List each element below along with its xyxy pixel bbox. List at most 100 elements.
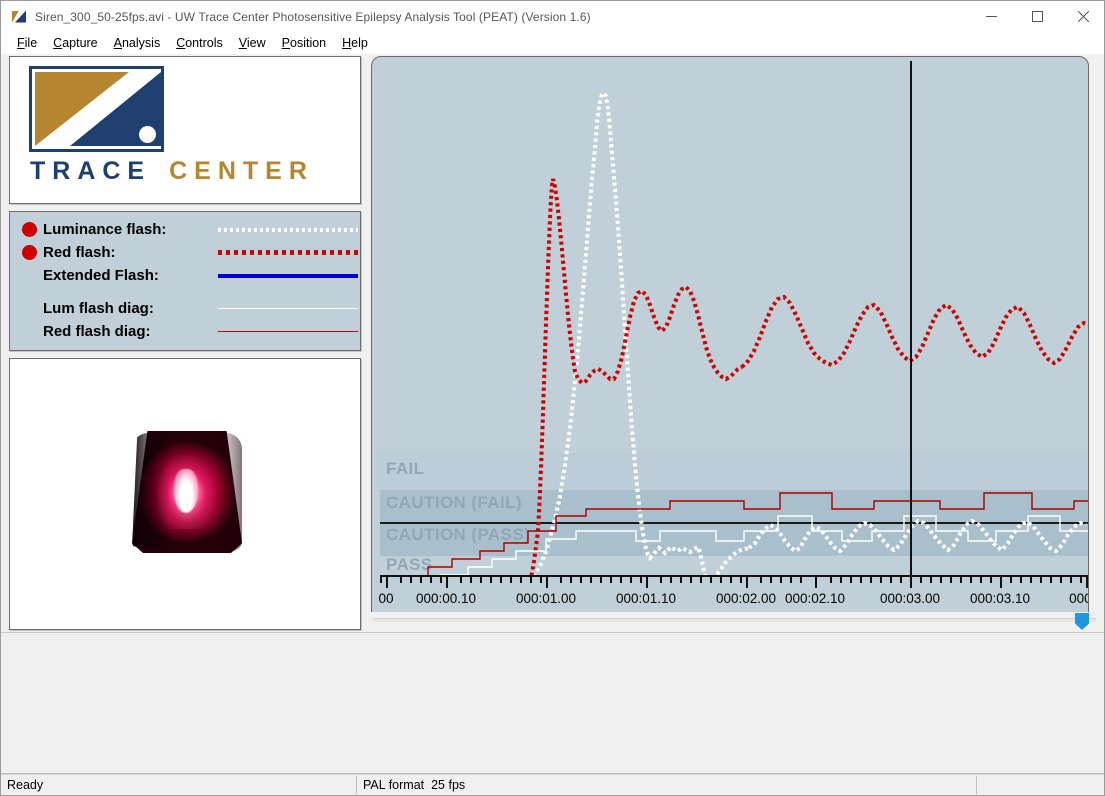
status-divider (356, 776, 357, 794)
menu-analysis[interactable]: Analysis (106, 34, 169, 52)
axis-tick-minor (570, 577, 572, 583)
maximize-icon[interactable] (1014, 1, 1060, 32)
axis-tick-major (746, 577, 748, 588)
axis-tick-minor (840, 577, 842, 583)
axis-tick-minor (610, 577, 612, 583)
graph-horizontal-scrollbar[interactable] (371, 612, 1098, 630)
menu-capture[interactable]: Capture (45, 34, 105, 52)
axis-tick-label: 000:02.10 (785, 591, 845, 606)
series-luminance-flash-ext- (749, 521, 1086, 551)
status-bar: Ready PAL format 25 fps (1, 773, 1105, 795)
axis-tick-minor (920, 577, 922, 583)
axis-tick-minor (940, 577, 942, 583)
legend-swatch-red-flash-diag (218, 325, 358, 339)
axis-tick-minor (640, 577, 642, 583)
axis-tick-major (815, 577, 817, 588)
legend-row-lum-flash-diag: Lum flash diag: (10, 297, 360, 320)
menu-view[interactable]: View (231, 34, 274, 52)
video-preview-panel[interactable] (9, 358, 361, 630)
axis-tick-minor (790, 577, 792, 583)
axis-tick-minor (510, 577, 512, 583)
main-content: TRACECENTER Luminance flash: Red flash: … (1, 54, 1105, 632)
axis-tick-minor (600, 577, 602, 583)
peat-application-window: Siren_300_50-25fps.avi - UW Trace Center… (0, 0, 1105, 796)
axis-tick-minor (950, 577, 952, 583)
axis-tick-minor (690, 577, 692, 583)
axis-tick-minor (860, 577, 862, 583)
axis-tick-minor (1010, 577, 1012, 583)
axis-tick-minor (580, 577, 582, 583)
axis-tick-label: 000:03.00 (880, 591, 940, 606)
axis-tick-minor (1050, 577, 1052, 583)
transport-bar: 000:03.01 (1, 632, 1105, 773)
axis-tick-minor (850, 577, 852, 583)
axis-tick-minor (520, 577, 522, 583)
axis-tick-minor (990, 577, 992, 583)
menu-file[interactable]: FFileile (9, 34, 45, 52)
series-red-flash-diag (428, 493, 1089, 575)
menu-position[interactable]: Position (274, 34, 334, 52)
logo-word-trace: TRACE (30, 157, 151, 185)
analysis-graph-panel[interactable]: FAIL CAUTION (FAIL) CAUTION (PASS) PASS … (371, 56, 1089, 626)
axis-tick-major (1086, 577, 1088, 588)
plot-area[interactable]: FAIL CAUTION (FAIL) CAUTION (PASS) PASS (380, 61, 1089, 575)
legend-swatch-red-flash (218, 246, 358, 260)
legend-label-extended-flash: Extended Flash: (43, 267, 218, 284)
axis-tick-minor (900, 577, 902, 583)
axis-tick-minor (420, 577, 422, 583)
legend-label-red-flash: Red flash: (43, 244, 218, 261)
axis-rule (380, 575, 1089, 577)
left-column: TRACECENTER Luminance flash: Red flash: … (9, 56, 361, 630)
axis-tick-minor (1030, 577, 1032, 583)
axis-tick-label: 000:0 (1069, 591, 1089, 606)
axis-tick-minor (410, 577, 412, 583)
axis-tick-minor (470, 577, 472, 583)
axis-tick-minor (620, 577, 622, 583)
axis-tick-minor (960, 577, 962, 583)
status-format: PAL format (363, 778, 424, 792)
axis-tick-minor (670, 577, 672, 583)
axis-tick-minor (380, 577, 382, 583)
red-diag-spacer-icon (22, 324, 37, 339)
scrollbar-track[interactable] (373, 618, 1096, 622)
axis-tick-minor (800, 577, 802, 583)
axis-tick-minor (1060, 577, 1062, 583)
legend-row-red-flash-diag: Red flash diag: (10, 320, 360, 343)
luminance-flash-indicator-icon (22, 222, 37, 237)
axis-tick-minor (680, 577, 682, 583)
series-luminance-flash (530, 93, 749, 575)
axis-tick-minor (480, 577, 482, 583)
axis-tick-minor (700, 577, 702, 583)
playhead-cursor-line[interactable] (910, 61, 912, 575)
axis-tick-major (910, 577, 912, 588)
window-title: Siren_300_50-25fps.avi - UW Trace Center… (35, 10, 591, 24)
legend-panel: Luminance flash: Red flash: Extended Fla… (9, 211, 361, 351)
scrollbar-thumb[interactable] (1075, 613, 1089, 630)
menu-help[interactable]: Help (334, 34, 376, 52)
axis-tick-minor (710, 577, 712, 583)
axis-tick-minor (560, 577, 562, 583)
axis-tick-minor (530, 577, 532, 583)
legend-row-luminance-flash: Luminance flash: (10, 218, 360, 241)
legend-row-red-flash: Red flash: (10, 241, 360, 264)
axis-tick-minor (590, 577, 592, 583)
status-fps: 25 fps (431, 778, 465, 792)
extended-flash-spacer-icon (22, 268, 37, 283)
axis-tick-minor (1070, 577, 1072, 583)
legend-spacer (10, 287, 360, 297)
axis-tick-major (1000, 577, 1002, 588)
analysis-graph-area: FAIL CAUTION (FAIL) CAUTION (PASS) PASS … (371, 56, 1098, 630)
waveform-series (380, 61, 1089, 575)
axis-tick-label: 000:03.10 (970, 591, 1030, 606)
axis-tick-major (646, 577, 648, 588)
axis-tick-minor (780, 577, 782, 583)
legend-label-red-flash-diag: Red flash diag: (43, 323, 218, 340)
minimize-icon[interactable] (968, 1, 1014, 32)
axis-tick-minor (980, 577, 982, 583)
menu-controls[interactable]: Controls (168, 34, 231, 52)
axis-tick-minor (720, 577, 722, 583)
axis-tick-minor (430, 577, 432, 583)
axis-tick-minor (1020, 577, 1022, 583)
close-icon[interactable] (1060, 1, 1105, 32)
menu-bar: FFileile Capture Analysis Controls View … (1, 32, 1105, 54)
